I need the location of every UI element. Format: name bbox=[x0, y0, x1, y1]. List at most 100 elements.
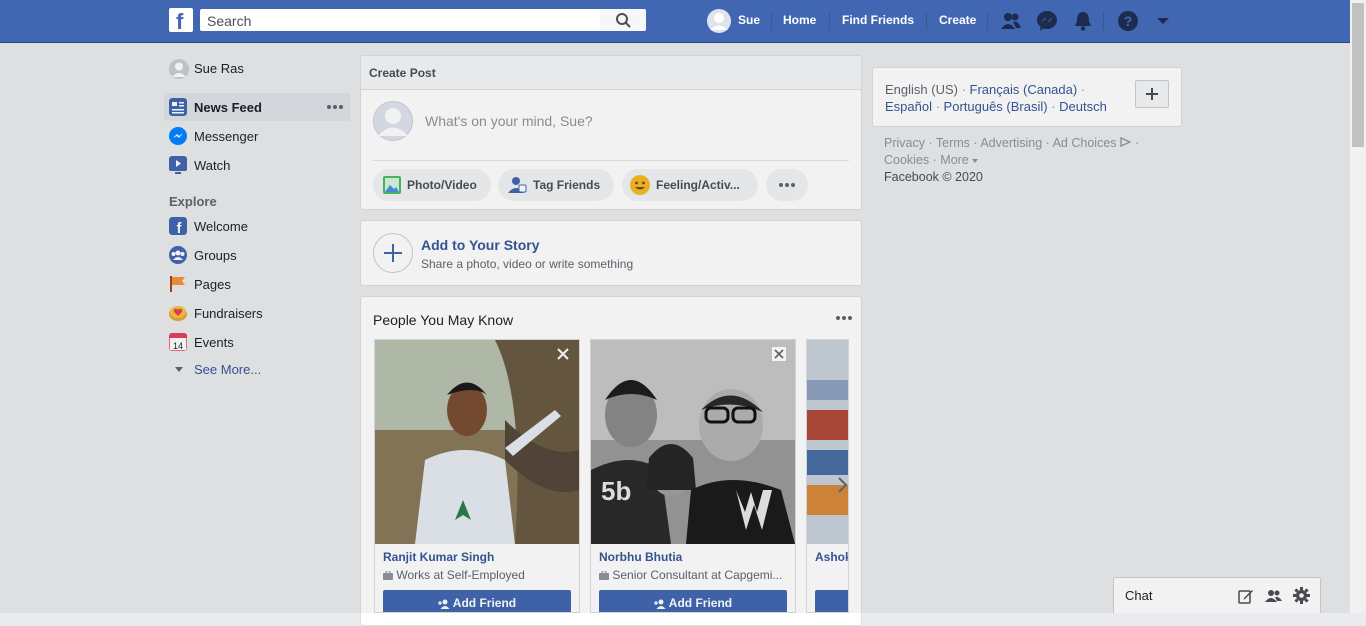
close-icon[interactable] bbox=[771, 346, 787, 362]
add-friend-button[interactable] bbox=[815, 590, 848, 612]
language-card: English (US) · Français (Canada) · Españ… bbox=[872, 67, 1182, 127]
avatar bbox=[373, 101, 413, 141]
person-card: 5b Norbhu Bhutia Senior Consultant at Ca… bbox=[590, 339, 796, 613]
chevron-down-icon bbox=[971, 159, 978, 163]
briefcase-icon bbox=[599, 570, 609, 581]
add-friend-label: Add Friend bbox=[452, 596, 517, 610]
tag-friends-button[interactable]: Tag Friends bbox=[498, 169, 614, 201]
search-button[interactable] bbox=[600, 9, 646, 31]
sidebar-item-messenger[interactable]: Messenger bbox=[164, 122, 350, 150]
footer-link-advertising[interactable]: Advertising bbox=[980, 136, 1042, 150]
avatar bbox=[707, 9, 731, 33]
sidebar-item-fundraisers[interactable]: Fundraisers bbox=[164, 299, 350, 327]
sidebar-item-welcome[interactable]: f Welcome bbox=[164, 212, 350, 240]
tag-friends-icon bbox=[508, 177, 527, 193]
language-link[interactable]: Français (Canada) bbox=[970, 82, 1078, 97]
feeling-activity-button[interactable]: Feeling/Activ... bbox=[622, 169, 758, 201]
sidebar-item-events[interactable]: 14 Events bbox=[164, 328, 350, 356]
chat-label: Chat bbox=[1125, 588, 1153, 603]
add-story-card[interactable]: Add to Your Story Share a photo, video o… bbox=[360, 220, 862, 286]
story-title: Add to Your Story bbox=[421, 237, 540, 253]
sidebar-item-label: Pages bbox=[194, 277, 231, 292]
story-subtitle: Share a photo, video or write something bbox=[421, 257, 634, 271]
footer-link-more[interactable]: More bbox=[940, 153, 968, 167]
sidebar-item-groups[interactable]: Groups bbox=[164, 241, 350, 269]
notifications-bell-icon[interactable] bbox=[1072, 10, 1094, 32]
facebook-logo-icon[interactable]: f bbox=[169, 8, 193, 34]
sidebar-profile-link[interactable]: Sue Ras bbox=[164, 56, 350, 82]
nav-home[interactable]: Home bbox=[783, 13, 816, 27]
footer-link-cookies[interactable]: Cookies bbox=[884, 153, 929, 167]
person-name[interactable]: Ranjit Kumar Singh bbox=[383, 550, 494, 564]
account-menu-chevron-down-icon[interactable] bbox=[1152, 10, 1174, 32]
more-options-icon[interactable] bbox=[326, 104, 344, 110]
top-navigation-bar: f Search Sue Home Find Friends Create ? bbox=[0, 0, 1350, 43]
language-link[interactable]: Deutsch bbox=[1059, 99, 1107, 114]
see-more-link[interactable]: See More... bbox=[164, 360, 284, 380]
calendar-icon: 14 bbox=[169, 333, 187, 351]
briefcase-icon bbox=[383, 570, 393, 581]
add-friend-button[interactable]: Add Friend bbox=[599, 590, 787, 612]
person-name[interactable]: Norbhu Bhutia bbox=[599, 550, 682, 564]
divider bbox=[373, 160, 849, 161]
create-group-icon[interactable] bbox=[1265, 588, 1283, 604]
messenger-icon[interactable] bbox=[1036, 10, 1058, 32]
photo-video-label: Photo/Video bbox=[407, 178, 477, 192]
chat-bar[interactable]: Chat bbox=[1113, 577, 1321, 613]
person-photo[interactable]: 5b bbox=[591, 340, 795, 544]
close-icon[interactable] bbox=[555, 346, 571, 362]
more-options-icon bbox=[779, 183, 795, 187]
plus-icon bbox=[373, 233, 413, 273]
gear-icon[interactable] bbox=[1293, 587, 1310, 604]
sidebar-item-pages[interactable]: Pages bbox=[164, 270, 350, 298]
carousel-next-chevron-right-icon[interactable] bbox=[836, 476, 850, 494]
add-friend-button[interactable]: Add Friend bbox=[383, 590, 571, 612]
language-link[interactable]: Português (Brasil) bbox=[944, 99, 1048, 114]
groups-icon bbox=[169, 246, 187, 264]
separator: · bbox=[957, 82, 970, 97]
sidebar-item-label: News Feed bbox=[194, 100, 262, 115]
add-language-button[interactable] bbox=[1135, 80, 1169, 108]
footer-link-privacy[interactable]: Privacy bbox=[884, 136, 925, 150]
see-more-label: See More... bbox=[194, 362, 262, 377]
friend-requests-icon[interactable] bbox=[1000, 10, 1022, 32]
person-work: Works at Self-Employed bbox=[383, 568, 525, 582]
person-photo[interactable] bbox=[375, 340, 579, 544]
add-friend-label: Add Friend bbox=[668, 596, 733, 610]
create-post-header bbox=[361, 56, 861, 90]
sidebar-item-label: Watch bbox=[194, 158, 231, 173]
separator: · bbox=[1047, 99, 1060, 114]
scrollbar-thumb[interactable] bbox=[1352, 3, 1364, 147]
avatar bbox=[169, 59, 189, 79]
news-feed-icon bbox=[169, 98, 187, 116]
person-photo[interactable] bbox=[807, 340, 849, 544]
language-link[interactable]: Español bbox=[885, 99, 932, 114]
sidebar-item-watch[interactable]: Watch bbox=[164, 151, 350, 179]
composer-input[interactable]: What's on your mind, Sue? bbox=[425, 113, 593, 129]
scrollbar[interactable] bbox=[1350, 0, 1366, 613]
nav-create[interactable]: Create bbox=[939, 13, 976, 27]
smiley-icon bbox=[630, 175, 650, 195]
add-friend-icon bbox=[437, 599, 450, 609]
more-actions-button[interactable] bbox=[766, 169, 808, 201]
sidebar-item-label: Events bbox=[194, 335, 234, 350]
footer-links: Privacy · Terms · Advertising · Ad Choic… bbox=[884, 136, 1140, 184]
new-message-edit-icon[interactable] bbox=[1238, 588, 1254, 604]
profile-link[interactable]: Sue bbox=[707, 9, 763, 33]
language-list: English (US) · Français (Canada) · Españ… bbox=[885, 81, 1125, 115]
explore-heading: Explore bbox=[169, 194, 217, 209]
person-name[interactable]: Ashok bbox=[815, 550, 848, 564]
nav-find-friends[interactable]: Find Friends bbox=[842, 13, 914, 27]
svg-text:?: ? bbox=[1124, 13, 1133, 29]
search-input[interactable]: Search bbox=[200, 9, 600, 31]
more-options-icon[interactable] bbox=[835, 315, 853, 321]
help-icon[interactable]: ? bbox=[1117, 10, 1139, 32]
svg-text:5b: 5b bbox=[601, 476, 631, 506]
divider bbox=[1103, 12, 1104, 30]
sidebar-item-news-feed[interactable]: News Feed bbox=[164, 93, 350, 121]
photo-video-button[interactable]: Photo/Video bbox=[373, 169, 491, 201]
footer-link-terms[interactable]: Terms bbox=[936, 136, 970, 150]
create-post-card: Create Post What's on your mind, Sue? Ph… bbox=[360, 55, 862, 210]
person-work-label: Works at Self-Employed bbox=[396, 568, 525, 582]
footer-link-ad-choices[interactable]: Ad Choices bbox=[1053, 136, 1117, 150]
